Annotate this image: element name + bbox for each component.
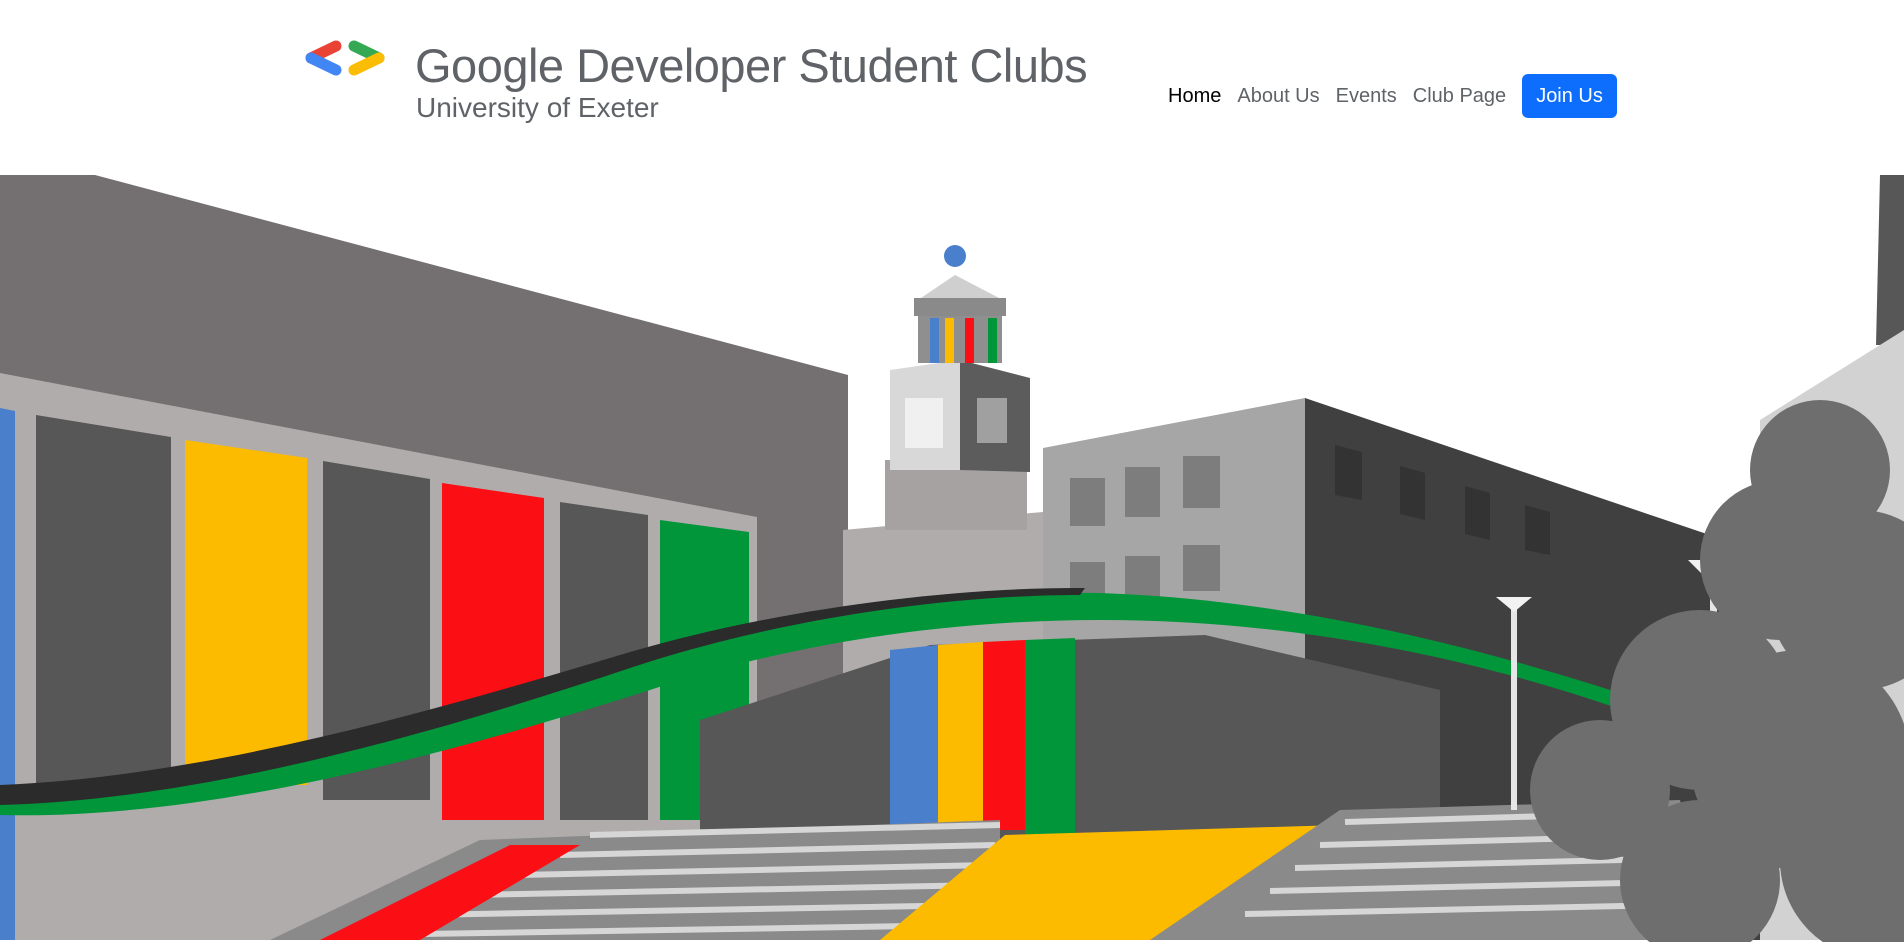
- brand-title[interactable]: Google Developer Student Clubs: [415, 38, 1088, 94]
- weathervane-rooster: [944, 245, 966, 267]
- nav-home[interactable]: Home: [1168, 85, 1221, 108]
- join-us-button[interactable]: Join Us: [1522, 74, 1617, 118]
- nav-about-us[interactable]: About Us: [1237, 85, 1319, 108]
- site-header: Google Developer Student Clubs Universit…: [0, 0, 1904, 175]
- hero-campus-illustration: [0, 175, 1904, 942]
- main-nav: Home About Us Events Club Page Join Us: [1168, 74, 1617, 118]
- nav-club-page[interactable]: Club Page: [1413, 85, 1506, 108]
- nav-events[interactable]: Events: [1336, 85, 1397, 108]
- gdsc-logo-icon[interactable]: [300, 38, 400, 94]
- brand-subtitle: University of Exeter: [416, 92, 659, 123]
